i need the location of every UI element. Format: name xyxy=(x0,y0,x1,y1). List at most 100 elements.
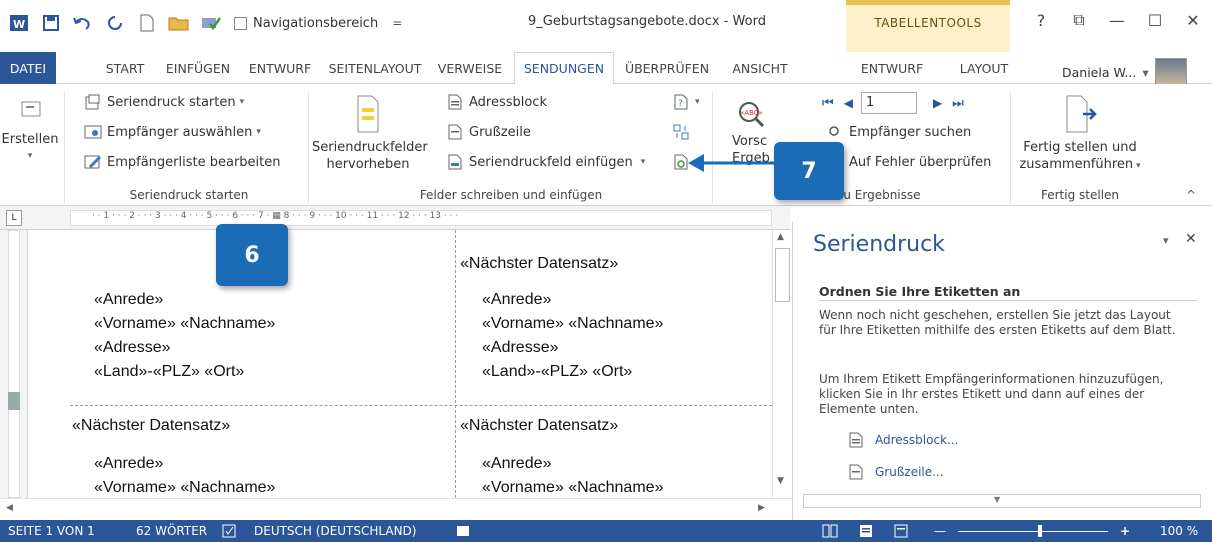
svg-text:W: W xyxy=(13,18,25,31)
horizontal-scrollbar[interactable]: ◀ ▶ xyxy=(0,498,792,520)
finish-merge-button[interactable]: Fertig stellen und zusammenführen ▾ xyxy=(1012,94,1148,175)
close-button[interactable]: ✕ xyxy=(1174,8,1212,32)
insert-merge-field-button[interactable]: Seriendruckfeld einfügen ▾ xyxy=(446,154,645,170)
avatar[interactable] xyxy=(1154,58,1187,86)
save-icon[interactable] xyxy=(38,11,64,35)
minimize-button[interactable]: — xyxy=(1098,8,1136,32)
address-field: «Adresse» xyxy=(94,339,171,356)
macro-icon[interactable] xyxy=(456,524,470,541)
scroll-right-icon[interactable]: ▶ xyxy=(758,503,765,513)
word-count[interactable]: 62 WÖRTER xyxy=(136,524,207,538)
next-record-field: «Nächster Datensatz» xyxy=(460,417,619,434)
user-name: Daniela W... xyxy=(1062,64,1137,80)
open-folder-icon[interactable] xyxy=(166,11,192,35)
highlight-label-1: Seriendruckfelder xyxy=(312,140,428,155)
edit-recipient-list-button[interactable]: Empfängerliste bearbeiten xyxy=(84,154,281,170)
tab-table-entwurf[interactable]: ENTWURF xyxy=(852,52,932,84)
scroll-thumb[interactable] xyxy=(775,248,790,302)
pane-options-icon[interactable]: ▾ xyxy=(1163,234,1169,247)
check-errors-button[interactable]: Auf Fehler überprüfen xyxy=(826,154,991,170)
preview-label-1: Vorsc xyxy=(732,134,768,149)
tab-start[interactable]: START xyxy=(94,52,156,84)
preview-results-icon: «ABC» xyxy=(739,102,765,128)
redo-icon[interactable] xyxy=(102,11,128,35)
create-button[interactable]: Erstellen ▾ xyxy=(0,92,60,165)
word-logo-icon[interactable]: W xyxy=(6,11,32,35)
address-block-button[interactable]: Adressblock xyxy=(446,94,547,110)
zoom-level[interactable]: 100 % xyxy=(1160,524,1198,538)
proofing-icon[interactable] xyxy=(222,524,236,541)
help-button[interactable]: ? xyxy=(1022,8,1060,32)
language-indicator[interactable]: DEUTSCH (DEUTSCHLAND) xyxy=(254,524,416,538)
pane-close-icon[interactable]: ✕ xyxy=(1185,231,1197,247)
find-recipient-button[interactable]: Empfänger suchen xyxy=(826,124,971,140)
undo-icon[interactable] xyxy=(70,11,96,35)
pane-paragraph-1: Wenn noch nicht geschehen, erstellen Sie… xyxy=(819,308,1176,337)
salutation-field: «Anrede» xyxy=(482,455,552,472)
window-controls: ? ⧉ — ☐ ✕ xyxy=(1022,8,1212,32)
highlight-fields-icon xyxy=(357,95,379,133)
first-record-icon[interactable]: ⏮ xyxy=(822,96,834,111)
horizontal-ruler[interactable]: L · · 1 · · · 2 · · · 3 · · · 4 · · · 5 … xyxy=(0,206,790,230)
zoom-out-button[interactable]: — xyxy=(934,524,946,538)
zoom-slider-thumb[interactable] xyxy=(1038,525,1042,537)
record-number-input[interactable]: 1 xyxy=(860,92,917,114)
pane-greeting-line-link[interactable]: Grußzeile... xyxy=(849,464,944,480)
zoom-in-button[interactable]: + xyxy=(1120,524,1130,538)
tab-sendungen[interactable]: SENDUNGEN xyxy=(514,52,614,85)
salutation-field: «Anrede» xyxy=(94,455,164,472)
name-field: «Vorname» «Nachname» xyxy=(482,315,664,332)
tab-selector-icon[interactable]: L xyxy=(6,210,22,226)
tab-ansicht[interactable]: ANSICHT xyxy=(720,52,800,84)
previous-record-icon[interactable]: ◀ xyxy=(844,96,853,110)
maximize-button[interactable]: ☐ xyxy=(1136,8,1174,32)
read-mode-icon[interactable] xyxy=(822,524,838,541)
tab-verweise[interactable]: VERWEISE xyxy=(430,52,510,84)
last-record-icon[interactable]: ⏭ xyxy=(952,96,964,111)
next-record-field: «Nächster Datensatz» xyxy=(460,255,619,272)
start-mail-merge-label: Seriendruck starten xyxy=(107,94,236,110)
user-dropdown-icon: ▾ xyxy=(1142,64,1149,80)
pane-title: Seriendruck xyxy=(813,232,945,257)
new-document-icon[interactable] xyxy=(134,11,160,35)
collapse-ribbon-icon[interactable]: ^ xyxy=(1186,188,1196,202)
zoom-slider[interactable] xyxy=(958,531,1108,532)
ribbon-tabs: DATEI START EINFÜGEN ENTWURF SEITENLAYOU… xyxy=(0,52,1212,85)
navigation-pane-label: Navigationsbereich xyxy=(253,15,379,31)
qat-customize[interactable]: = xyxy=(392,16,402,30)
rules-button[interactable]: ? ▾ xyxy=(672,94,700,110)
greeting-line-button[interactable]: Grußzeile xyxy=(446,124,531,140)
highlight-merge-fields-button[interactable]: Seriendruckfelder hervorheben xyxy=(312,94,428,173)
tab-seitenlayout[interactable]: SEITENLAYOUT xyxy=(322,52,428,84)
vertical-scrollbar[interactable]: ▲ ▼ xyxy=(772,230,792,498)
user-account[interactable]: Daniela W... ▾ xyxy=(1062,58,1187,86)
ribbon-display-button[interactable]: ⧉ xyxy=(1060,8,1098,32)
tab-einfuegen[interactable]: EINFÜGEN xyxy=(158,52,238,84)
scroll-down-icon[interactable]: ▼ xyxy=(777,476,784,486)
pane-address-block-link[interactable]: Adressblock... xyxy=(849,432,958,448)
scroll-left-icon[interactable]: ◀ xyxy=(6,503,13,513)
page-indicator[interactable]: SEITE 1 VON 1 xyxy=(8,524,95,538)
web-layout-icon[interactable] xyxy=(894,524,910,541)
salutation-field: «Anrede» xyxy=(482,291,552,308)
highlight-label-2: hervorheben xyxy=(326,157,410,172)
approve-icon[interactable] xyxy=(198,11,224,35)
navigation-pane-checkbox[interactable]: Navigationsbereich = xyxy=(234,16,402,31)
check-errors-label: Auf Fehler überprüfen xyxy=(849,154,992,170)
tab-datei[interactable]: DATEI xyxy=(0,52,56,84)
checkbox-box[interactable] xyxy=(234,16,247,30)
tab-ueberpruefen[interactable]: ÜBERPRÜFEN xyxy=(616,52,718,84)
pane-scrollbar[interactable]: ▼ xyxy=(803,494,1201,508)
tab-entwurf[interactable]: ENTWURF xyxy=(240,52,320,84)
select-recipients-button[interactable]: Empfänger auswählen ▾ xyxy=(84,124,261,140)
match-fields-button[interactable] xyxy=(672,124,695,140)
pane-scroll-down-icon[interactable]: ▼ xyxy=(994,495,1000,504)
find-recipient-icon xyxy=(826,124,844,140)
address-block-icon xyxy=(446,94,464,110)
start-mail-merge-button[interactable]: Seriendruck starten ▾ xyxy=(84,94,244,110)
scroll-up-icon[interactable]: ▲ xyxy=(777,232,784,242)
vertical-ruler[interactable] xyxy=(0,230,28,498)
next-record-icon[interactable]: ▶ xyxy=(933,96,942,110)
tab-table-layout[interactable]: LAYOUT xyxy=(944,52,1024,84)
print-layout-icon[interactable] xyxy=(858,524,874,541)
